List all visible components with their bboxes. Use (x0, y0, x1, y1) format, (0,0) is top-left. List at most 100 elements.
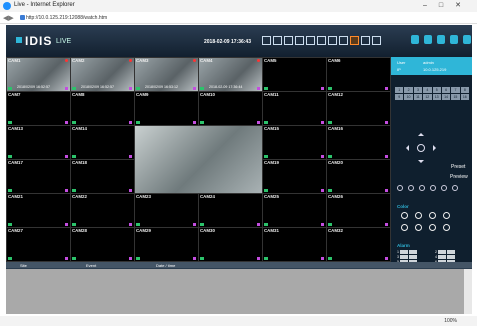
alarm-off-button[interactable] (409, 255, 417, 259)
layout-button[interactable] (339, 36, 348, 45)
layout-button[interactable] (361, 36, 370, 45)
audio-icon[interactable] (385, 87, 388, 90)
alarm-on-button[interactable] (400, 255, 408, 259)
iris-open-icon[interactable] (441, 185, 447, 191)
layout-button[interactable] (306, 36, 315, 45)
camera-tile[interactable]: CAM20 (327, 160, 390, 193)
contrast-up-icon[interactable] (443, 212, 450, 219)
audio-icon[interactable] (129, 223, 132, 226)
camera-tile[interactable]: CAM18 (71, 160, 134, 193)
reset-color-icon[interactable] (443, 224, 450, 231)
audio-icon[interactable] (193, 223, 196, 226)
saturation-up-icon[interactable] (415, 212, 422, 219)
brightness-down-icon[interactable] (401, 224, 408, 231)
audio-icon[interactable] (129, 155, 132, 158)
camera-tile[interactable]: CAM27 (7, 228, 70, 261)
camera-tile[interactable]: CAM30 (199, 228, 262, 261)
alarm-on-button[interactable] (400, 250, 408, 254)
layout-button[interactable] (350, 36, 359, 45)
camera-tile[interactable]: CAM16 (327, 126, 390, 159)
channel-button[interactable]: 7 (451, 87, 460, 93)
iris-close-icon[interactable] (452, 185, 458, 191)
layout-button[interactable] (328, 36, 337, 45)
back-forward-icon[interactable]: ◀▶ (3, 14, 14, 22)
url-text[interactable]: http://10.0.125.219:12088/watch.htm (26, 15, 107, 21)
settings-icon[interactable] (437, 35, 445, 44)
audio-icon[interactable] (321, 189, 324, 192)
channel-button[interactable]: 8 (460, 87, 469, 93)
zoom-out-icon[interactable] (408, 185, 414, 191)
channel-button[interactable]: 12 (423, 94, 432, 100)
layout-button[interactable] (295, 36, 304, 45)
window-controls[interactable]: –□✕ (423, 1, 473, 9)
audio-icon[interactable] (129, 189, 132, 192)
channel-button[interactable]: 3 (413, 87, 423, 93)
camera-tile[interactable]: CAM28 (71, 228, 134, 261)
camera-tile[interactable]: CAM14 (71, 126, 134, 159)
hue-up-icon[interactable] (429, 212, 436, 219)
audio-icon[interactable] (257, 257, 260, 260)
layout-button[interactable] (317, 36, 326, 45)
export-icon[interactable] (424, 35, 432, 44)
camera-tile[interactable]: CAM6 (327, 58, 390, 91)
audio-icon[interactable] (385, 121, 388, 124)
user-icon[interactable] (411, 35, 419, 44)
camera-tile[interactable]: CAM2 2018/02/09 16:52:57 (71, 58, 134, 91)
audio-icon[interactable] (129, 87, 132, 90)
audio-icon[interactable] (129, 121, 132, 124)
event-log-scrollbar[interactable] (464, 269, 472, 314)
saturation-down-icon[interactable] (415, 224, 422, 231)
channel-button[interactable]: 1 (395, 87, 404, 93)
audio-icon[interactable] (65, 87, 68, 90)
audio-icon[interactable] (385, 257, 388, 260)
camera-tile[interactable]: CAM8 (71, 92, 134, 125)
channel-button[interactable]: 11 (413, 94, 423, 100)
enlarged-camera-view[interactable] (135, 126, 262, 193)
camera-tile[interactable]: CAM9 (135, 92, 198, 125)
alarm-off-button[interactable] (447, 250, 455, 254)
audio-icon[interactable] (321, 87, 324, 90)
channel-button[interactable]: 5 (432, 87, 441, 93)
zoom-in-icon[interactable] (397, 185, 403, 191)
camera-tile[interactable]: CAM11 (263, 92, 326, 125)
focus-near-icon[interactable] (419, 185, 425, 191)
address-bar[interactable]: ◀▶ http://10.0.125.219:12088/watch.htm (0, 12, 477, 24)
audio-icon[interactable] (65, 121, 68, 124)
audio-icon[interactable] (65, 189, 68, 192)
camera-tile[interactable]: CAM17 (7, 160, 70, 193)
audio-icon[interactable] (321, 155, 324, 158)
camera-tile[interactable]: CAM21 (7, 194, 70, 227)
audio-icon[interactable] (193, 87, 196, 90)
camera-tile[interactable]: CAM32 (327, 228, 390, 261)
channel-button[interactable]: 6 (441, 87, 451, 93)
camera-tile[interactable]: CAM1 2018/02/09 16:52:57 (7, 58, 70, 91)
channel-button[interactable]: 15 (451, 94, 460, 100)
alarm-off-button[interactable] (447, 255, 455, 259)
channel-button[interactable]: 4 (423, 87, 432, 93)
camera-tile[interactable]: CAM10 (199, 92, 262, 125)
camera-tile[interactable]: CAM7 (7, 92, 70, 125)
camera-tile[interactable]: CAM24 (199, 194, 262, 227)
alarm-off-button[interactable] (409, 250, 417, 254)
zoom-level[interactable]: 100% (444, 318, 457, 324)
channel-button[interactable]: 14 (441, 94, 451, 100)
camera-icon[interactable] (450, 35, 458, 44)
camera-tile[interactable]: CAM12 (327, 92, 390, 125)
camera-tile[interactable]: CAM26 (327, 194, 390, 227)
camera-tile[interactable]: CAM25 (263, 194, 326, 227)
layout-button[interactable] (262, 36, 271, 45)
audio-icon[interactable] (193, 257, 196, 260)
camera-tile[interactable]: CAM5 (263, 58, 326, 91)
audio-icon[interactable] (321, 257, 324, 260)
camera-tile[interactable]: CAM23 (135, 194, 198, 227)
hue-down-icon[interactable] (429, 224, 436, 231)
camera-tile[interactable]: CAM15 (263, 126, 326, 159)
audio-icon[interactable] (65, 223, 68, 226)
camera-tile[interactable]: CAM13 (7, 126, 70, 159)
channel-button[interactable]: 10 (404, 94, 413, 100)
audio-icon[interactable] (257, 121, 260, 124)
layout-button[interactable] (273, 36, 282, 45)
ptz-control[interactable] (403, 130, 439, 166)
audio-icon[interactable] (321, 121, 324, 124)
audio-icon[interactable] (385, 155, 388, 158)
